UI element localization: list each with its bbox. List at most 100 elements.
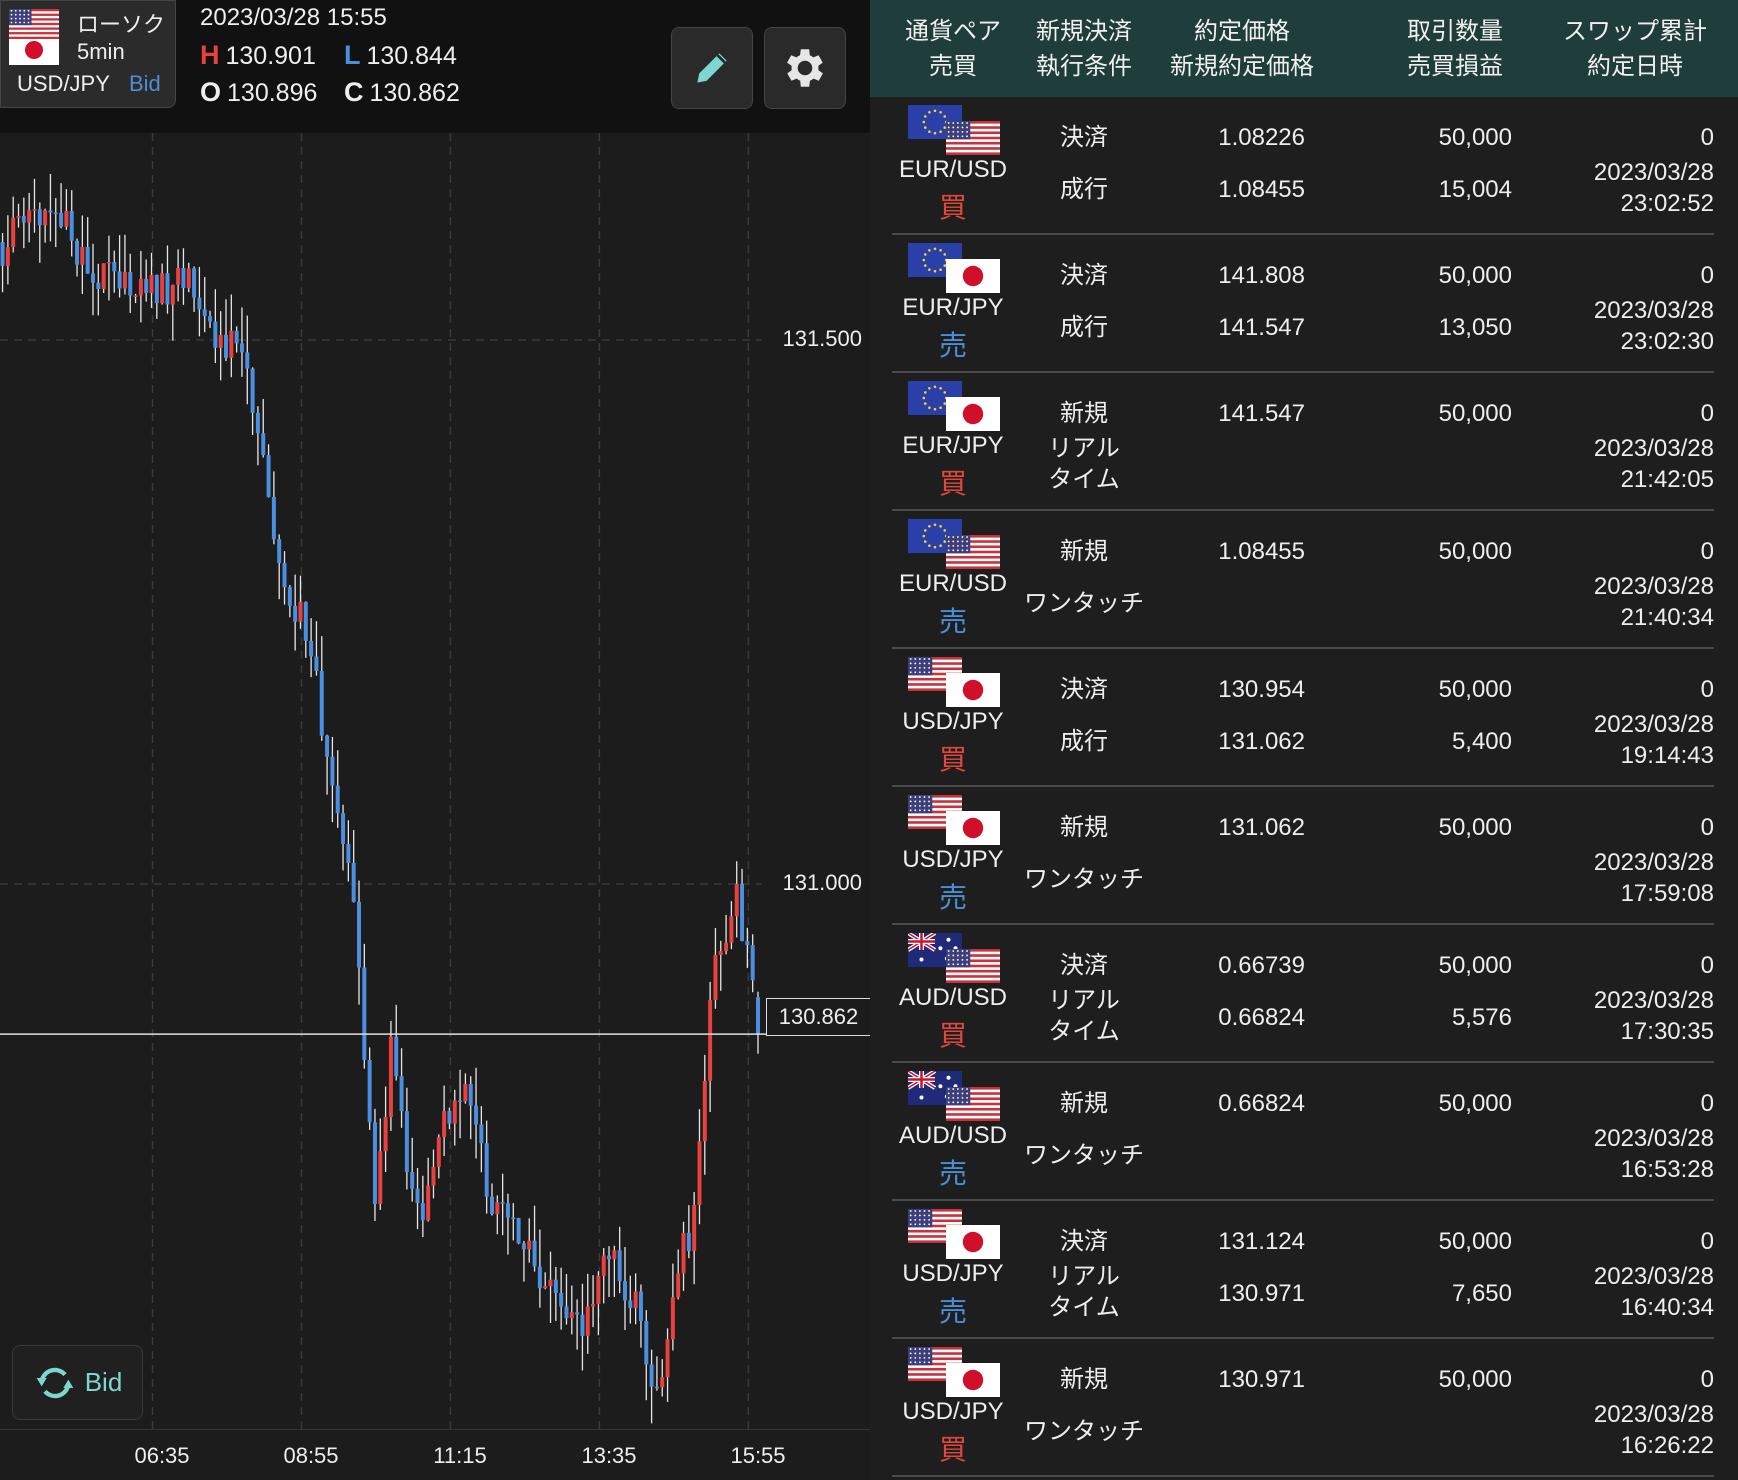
profit-loss: 5,400	[1451, 728, 1512, 755]
order-kind: 新規	[1060, 1366, 1108, 1393]
candle-down	[287, 587, 292, 606]
refresh-icon	[36, 1367, 74, 1398]
candle-down	[0, 242, 5, 266]
x-tick-label: 06:35	[134, 1443, 190, 1468]
execution-date: 2023/03/28	[1593, 987, 1714, 1014]
trade-row[interactable]: EUR/JPY 買 新規 リアル タイム 141.547 50,000 0 2023/03/28…	[870, 373, 1738, 511]
pair-label: EUR/USD	[898, 156, 1008, 183]
candle-up	[378, 1151, 383, 1204]
candle-down	[271, 496, 276, 540]
trade-row[interactable]: USD/JPY 買 新規 ワンタッチ 130.971 50,000 0 2023/03/28 1…	[870, 1339, 1738, 1477]
draw-button[interactable]	[671, 27, 753, 109]
header-line: 約定日時	[1587, 53, 1683, 80]
trade-row[interactable]: USD/JPY 売 決済 リアル タイム 131.124 130.971 50,000 7,65…	[870, 1201, 1738, 1339]
chart-panel[interactable]: ローソク 5min USD/JPY Bid 2023/03/28 15:55 H…	[0, 0, 870, 1480]
candle-down	[112, 262, 117, 272]
candle-up	[426, 1185, 431, 1221]
candle-down	[75, 240, 80, 265]
candle-datetime: 2023/03/28 15:55	[200, 4, 387, 31]
candle-up	[612, 1250, 617, 1260]
candle-up	[138, 278, 143, 296]
candle-down	[197, 297, 202, 310]
open-value: O 130.896	[200, 77, 317, 108]
header-line: 通貨ペア	[905, 18, 1001, 45]
side-label: 売	[938, 1296, 968, 1327]
table-header: 通貨ペア 売買 新規決済 執行条件 約定価格 新規約定価格 取引数量 売買損益 スワップ…	[870, 0, 1738, 97]
bid-ask-toggle-button[interactable]: Bid	[12, 1345, 143, 1420]
candle-down	[638, 1291, 643, 1322]
settings-button[interactable]	[764, 27, 846, 109]
candle-up	[436, 1137, 441, 1167]
candle-down	[346, 843, 351, 863]
jp-flag-icon	[946, 1363, 1000, 1397]
execution-condition: リアル	[1048, 435, 1120, 462]
execution-date: 2023/03/28	[1593, 435, 1714, 462]
candle-down	[245, 352, 250, 369]
candle-down	[37, 209, 42, 226]
candle-down	[654, 1386, 659, 1389]
candle-down	[53, 212, 58, 215]
trade-row[interactable]: EUR/JPY 売 決済 成行 141.808 141.547 50,000 13,050 0 2…	[870, 235, 1738, 373]
pair-label: USD/JPY	[902, 708, 1004, 735]
currency-pair-flags	[908, 657, 1004, 707]
candle-up	[495, 1202, 500, 1214]
candle-up	[442, 1110, 447, 1138]
currency-pair-flags	[908, 1209, 1004, 1259]
candle-up	[718, 951, 723, 955]
swap-total: 0	[1700, 538, 1714, 565]
candle-up	[702, 1081, 707, 1142]
candle-down	[314, 656, 319, 671]
currency-pair-flags	[908, 1347, 1004, 1397]
candle-down	[144, 278, 149, 294]
jp-flag-icon	[946, 673, 1000, 707]
candle-down	[234, 330, 239, 344]
execution-condition: ワンタッチ	[1024, 1142, 1144, 1169]
execution-price: 141.547	[1218, 400, 1305, 427]
candle-up	[27, 210, 32, 223]
us-flag-icon	[946, 949, 1000, 983]
open-price: 130.896	[227, 79, 318, 107]
candle-down	[277, 539, 282, 563]
candle-up	[585, 1306, 590, 1336]
candle-down	[740, 883, 745, 942]
side-label: 売	[938, 882, 968, 913]
high-price: 130.901	[225, 42, 316, 70]
execution-date: 2023/03/28	[1593, 711, 1714, 738]
trade-row[interactable]: USD/JPY 売 新規 ワンタッチ 131.062 50,000 0 2023/03/28 1…	[870, 787, 1738, 925]
candlestick-chart[interactable]	[0, 133, 870, 1430]
candle-down	[213, 321, 218, 348]
pair-label: USD/JPY	[902, 1398, 1004, 1425]
candle-up	[681, 1232, 686, 1274]
candle-down	[351, 862, 356, 902]
order-kind: 決済	[1060, 124, 1108, 151]
candle-down	[208, 316, 213, 322]
symbol-selector[interactable]: ローソク 5min USD/JPY Bid	[0, 0, 176, 108]
close-price: 130.862	[369, 79, 460, 107]
pair-label: AUD/USD	[898, 1122, 1008, 1149]
side-label: 売	[938, 330, 968, 361]
trade-row[interactable]: EUR/USD 売 新規 ワンタッチ 1.08455 50,000 0 2023/03/28 2…	[870, 511, 1738, 649]
execution-time: 21:40:34	[1620, 604, 1714, 631]
trade-quantity: 50,000	[1438, 124, 1512, 151]
candle-down	[282, 562, 287, 588]
candle-up	[670, 1297, 675, 1340]
x-tick-label: 11:15	[433, 1443, 487, 1468]
trade-row[interactable]: EUR/USD 買 決済 成行 1.08226 1.08455 50,000 15,004 0 2…	[870, 97, 1738, 235]
chart-type-label: ローソク	[77, 12, 166, 37]
candle-down	[644, 1321, 649, 1365]
jp-flag-icon	[946, 397, 1000, 431]
execution-condition: リアル	[1048, 1263, 1120, 1290]
currency-pair-flags	[908, 519, 1004, 569]
trade-row[interactable]: AUD/USD 買 決済 リアル タイム 0.66739 0.66824 50,000 5,57…	[870, 925, 1738, 1063]
trade-quantity: 50,000	[1438, 1090, 1512, 1117]
candle-down	[293, 605, 298, 622]
header-price: 約定価格 新規約定価格	[1170, 14, 1314, 84]
candle-down	[319, 670, 324, 736]
candle-up	[218, 334, 223, 348]
trade-row[interactable]: AUD/USD 売 新規 ワンタッチ 0.66824 50,000 0 2023/03/28 1…	[870, 1063, 1738, 1201]
trade-history-panel: 通貨ペア 売買 新規決済 執行条件 約定価格 新規約定価格 取引数量 売買損益 スワップ…	[870, 0, 1738, 1480]
execution-time: 23:02:52	[1620, 190, 1714, 217]
candle-down	[628, 1300, 633, 1309]
candle-up	[32, 209, 37, 211]
trade-row[interactable]: USD/JPY 買 決済 成行 130.954 131.062 50,000 5,400 0 20…	[870, 649, 1738, 787]
